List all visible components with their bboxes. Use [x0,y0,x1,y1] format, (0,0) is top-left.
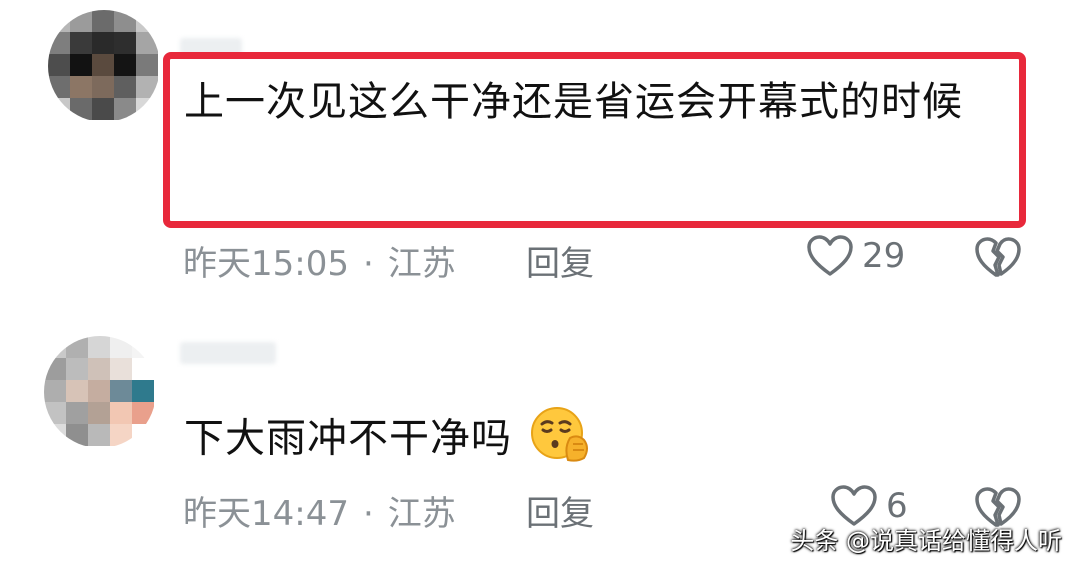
face-with-hand-over-mouth-icon [530,404,592,477]
avatar[interactable] [48,10,160,122]
reply-button[interactable]: 回复 [526,236,594,285]
comment-meta: 昨天14:47 · 江苏 [183,486,456,535]
username-redacted[interactable] [180,342,276,364]
timestamp: 昨天15:05 [183,244,349,284]
heart-outline-icon [807,235,853,276]
comment-meta: 昨天15:05 · 江苏 [183,236,456,285]
comment-item-1: 上一次见这么干净还是省运会开幕式的时候 昨天15:05 · 江苏 回复 29 [0,0,1080,300]
watermark: 头条 @说真话给懂得人听 [790,527,1062,555]
timestamp: 昨天14:47 [183,494,349,534]
like-count: 6 [886,486,908,526]
location: 江苏 [387,494,456,534]
separator-dot: · [362,494,374,534]
like-count: 29 [862,236,906,276]
comment-text: 下大雨冲不干净吗 [184,404,592,477]
location: 江苏 [387,244,456,284]
reply-button[interactable]: 回复 [526,486,594,535]
comment-text: 上一次见这么干净还是省运会开幕式的时候 [184,79,963,125]
comment-body: 下大雨冲不干净吗 [184,415,512,462]
broken-heart-icon [975,237,1021,277]
like-button[interactable]: 29 [806,234,905,278]
dislike-button[interactable] [974,236,1022,284]
avatar[interactable] [44,336,156,448]
separator-dot: · [362,244,374,284]
